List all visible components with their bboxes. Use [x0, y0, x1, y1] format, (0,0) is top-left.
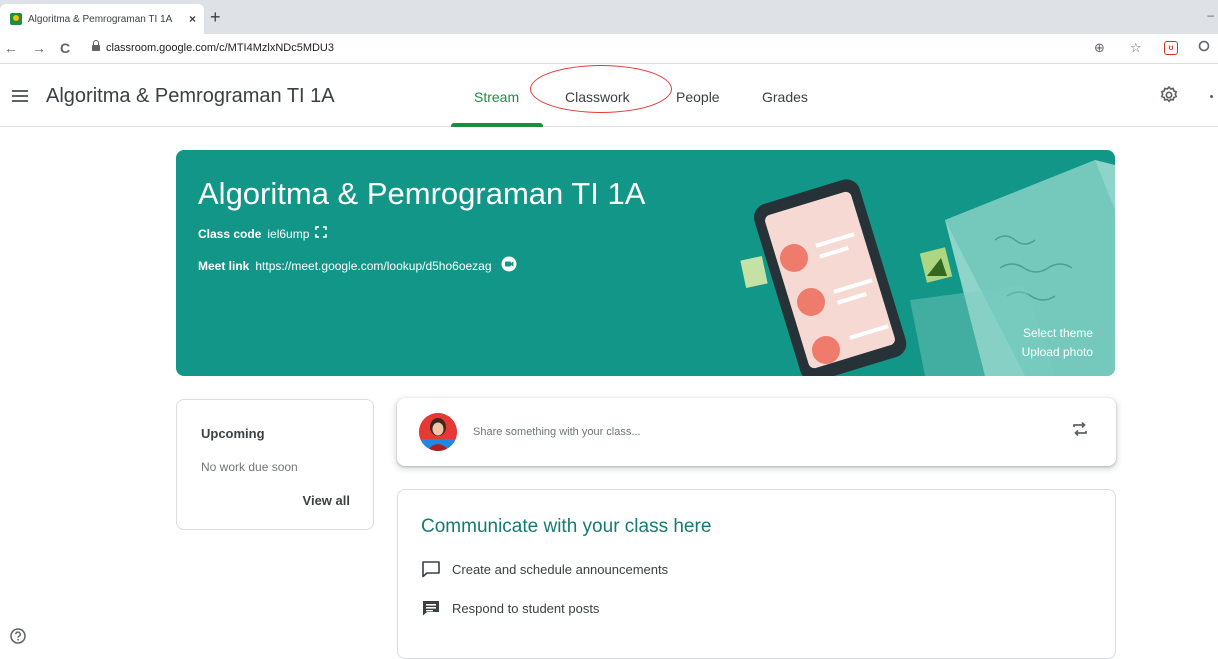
communicate-card: Communicate with your class here Create … — [397, 489, 1116, 659]
meet-link-label: Meet link — [198, 258, 250, 273]
lock-icon — [92, 40, 100, 53]
tab-close-icon[interactable]: × — [189, 12, 196, 26]
share-input-placeholder[interactable]: Share something with your class... — [473, 426, 641, 438]
bookmark-star-icon[interactable]: ☆ — [1130, 40, 1142, 56]
respond-posts-label: Respond to student posts — [452, 600, 600, 616]
browser-tab-title: Algoritma & Pemrograman TI 1A — [28, 13, 173, 25]
communicate-title: Communicate with your class here — [421, 516, 712, 537]
announcement-icon — [422, 561, 440, 578]
extension-icon[interactable]: ʊ — [1164, 41, 1178, 55]
view-all-link[interactable]: View all — [303, 493, 350, 508]
main-menu-icon[interactable] — [12, 90, 28, 102]
fullscreen-icon[interactable] — [315, 226, 328, 241]
help-icon[interactable] — [10, 628, 26, 649]
upload-photo-link[interactable]: Upload photo — [1022, 345, 1093, 359]
class-banner: Algoritma & Pemrograman TI 1A Class code… — [176, 150, 1115, 376]
tab-grades[interactable]: Grades — [762, 89, 808, 105]
forward-button[interactable]: → — [32, 40, 46, 56]
classroom-favicon-icon — [10, 13, 22, 25]
back-button[interactable]: ← — [4, 40, 18, 56]
meet-link-row: Meet link https://meet.google.com/lookup… — [198, 256, 517, 275]
tab-stream[interactable]: Stream — [474, 89, 519, 105]
browser-tab[interactable]: Algoritma & Pemrograman TI 1A × — [0, 4, 204, 34]
comment-icon — [423, 601, 439, 616]
active-tab-indicator — [451, 123, 543, 127]
url-input[interactable]: classroom.google.com/c/MTI4MzlxNDc5MDU3 — [106, 42, 334, 54]
list-item: Create and schedule announcements — [421, 560, 668, 578]
avatar — [419, 413, 457, 451]
upcoming-subtitle: No work due soon — [201, 460, 298, 474]
window-minimize-button[interactable]: – — [1207, 8, 1214, 22]
new-tab-button[interactable]: + — [210, 7, 221, 27]
class-code-row: Class code iel6ump — [198, 226, 328, 241]
meet-video-icon[interactable] — [501, 256, 517, 275]
class-code-label: Class code — [198, 226, 262, 241]
list-item: Respond to student posts — [421, 599, 599, 617]
zoom-icon[interactable]: ⊕ — [1094, 40, 1105, 56]
repost-icon[interactable] — [1071, 420, 1089, 443]
banner-class-title: Algoritma & Pemrograman TI 1A — [198, 176, 646, 211]
class-code-value: iel6ump — [267, 226, 310, 241]
share-post-box[interactable]: Share something with your class... — [397, 398, 1116, 466]
settings-gear-icon[interactable] — [1159, 85, 1179, 110]
more-options-icon[interactable] — [1210, 95, 1213, 98]
annotation-highlight-circle — [530, 65, 672, 113]
profile-icon[interactable] — [1198, 40, 1210, 56]
tab-people[interactable]: People — [676, 89, 720, 105]
class-title: Algoritma & Pemrograman TI 1A — [46, 85, 335, 107]
browser-address-bar: ← → C classroom.google.com/c/MTI4MzlxNDc… — [0, 34, 1218, 64]
banner-illustration — [740, 160, 1115, 376]
select-theme-link[interactable]: Select theme — [1023, 326, 1093, 340]
create-announcements-label: Create and schedule announcements — [452, 561, 669, 577]
meet-link-url[interactable]: https://meet.google.com/lookup/d5ho6oeza… — [255, 259, 491, 273]
upcoming-title: Upcoming — [201, 426, 265, 441]
upcoming-card: Upcoming No work due soon View all — [176, 399, 374, 530]
reload-button[interactable]: C — [60, 40, 70, 56]
browser-tab-strip: Algoritma & Pemrograman TI 1A × + – — [0, 0, 1218, 34]
